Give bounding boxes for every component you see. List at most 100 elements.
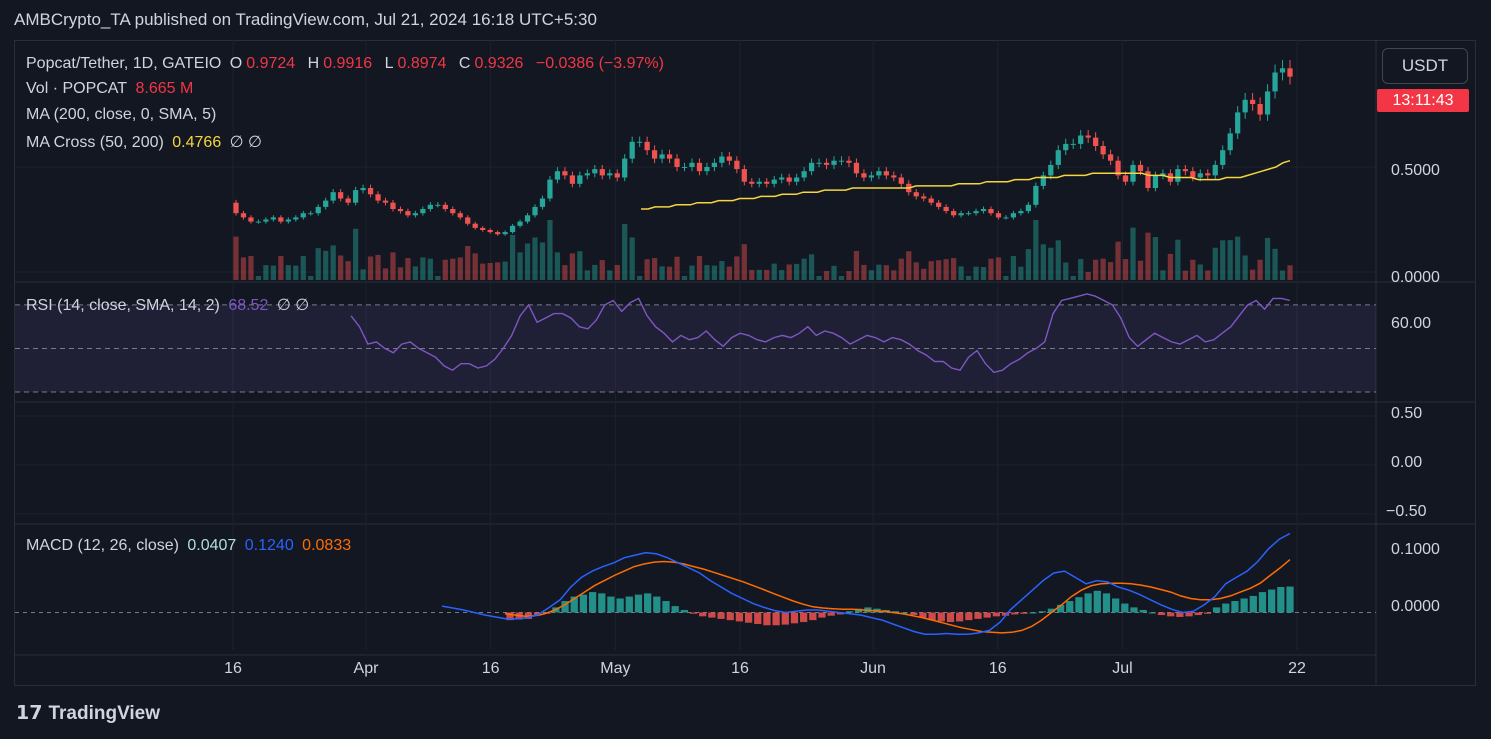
candle-body (696, 162, 703, 172)
volume-bar (390, 252, 396, 280)
candle-body (577, 175, 583, 184)
candle-body (278, 217, 284, 222)
candle-body (427, 204, 433, 209)
volume-bar (951, 258, 957, 280)
volume-bar (726, 266, 732, 280)
candle-body (883, 171, 889, 176)
candle-body (293, 217, 299, 220)
volume-bar (607, 270, 613, 280)
symbol-name[interactable]: Popcat/Tether, 1D, GATEIO (26, 55, 221, 72)
macd-histogram-bar (800, 612, 808, 623)
macd-histogram-bar (1029, 612, 1037, 614)
macd-histogram-bar (946, 612, 955, 623)
rsi-legend[interactable]: RSI (14, close, SMA, 14, 2) 68.52 ∅ ∅ (26, 295, 313, 315)
macd-histogram-bar (809, 612, 817, 621)
candle-body (1145, 171, 1151, 188)
candle-body (323, 200, 329, 207)
macd-hist-value: 0.0407 (187, 537, 237, 554)
candle-body (1063, 143, 1069, 151)
candle-body (562, 171, 568, 176)
candle-body (569, 175, 575, 184)
volume-bar (808, 254, 815, 280)
macd-histogram-bar (790, 612, 799, 624)
macd-histogram-bar (1194, 612, 1202, 616)
candle-body (913, 192, 919, 197)
macd-histogram-bar (671, 606, 679, 613)
volume-bar (1025, 249, 1031, 280)
candle-body (412, 213, 419, 216)
rsi-axis-label: 60.00 (1391, 315, 1432, 332)
volume-bar (420, 257, 426, 280)
volume-bar (764, 269, 770, 280)
candle-body (405, 211, 411, 216)
candle-body (1279, 68, 1286, 73)
candle-body (1227, 133, 1233, 151)
volume-bar (1235, 236, 1241, 280)
x-tick-label: Jul (1112, 660, 1132, 677)
macd-histogram-bar (1167, 612, 1175, 617)
volume-bar (1250, 269, 1256, 280)
candle-body (397, 209, 404, 212)
volume-bar (1010, 256, 1017, 280)
volume-bar (622, 224, 628, 280)
macd-histogram-bar (1130, 607, 1138, 613)
candle-body (1242, 99, 1248, 113)
volume-bar (487, 263, 493, 280)
macd-histogram-bar (1240, 598, 1248, 613)
volume-bar (442, 259, 448, 280)
low-label: L (384, 55, 394, 72)
bar-countdown-badge: 13:11:43 (1377, 89, 1469, 112)
candle-body (838, 160, 845, 162)
macd-legend[interactable]: MACD (12, 26, close) 0.0407 0.1240 0.083… (26, 537, 355, 555)
candle-body (1010, 213, 1017, 218)
volume-bar (562, 265, 568, 280)
rsi-label: RSI (14, close, SMA, 14, 2) (26, 297, 220, 314)
volume-label[interactable]: Vol · POPCAT (26, 80, 127, 97)
ma-legend[interactable]: MA (200, close, 0, SMA, 5) (26, 106, 220, 124)
volume-bar (906, 251, 912, 280)
ma-cross-legend[interactable]: MA Cross (50, 200) 0.4766 ∅ ∅ (26, 132, 266, 152)
candle-body (382, 200, 389, 203)
candle-body (943, 206, 949, 212)
candle-body (1048, 164, 1054, 176)
tradingview-footer[interactable]: 𝟭𝟳 TradingView (16, 702, 160, 725)
candle-body (495, 232, 501, 235)
chart-canvas[interactable]: 16 Apr 16 May 16 Jun 16 Jul 22 (0, 0, 1491, 739)
symbol-legend: Popcat/Tether, 1D, GATEIO O 0.9724 H 0.991… (26, 55, 668, 73)
macd-histogram-bar (1139, 609, 1147, 613)
macd-histogram-bar (726, 612, 734, 621)
candle-body (263, 219, 269, 222)
candle-body (1272, 72, 1278, 92)
candle-body (988, 209, 994, 214)
volume-bar (592, 264, 598, 280)
volume-bar (502, 261, 508, 280)
candle-body (831, 160, 837, 165)
ma-cross-extra: ∅ ∅ (229, 134, 262, 151)
volume-bar (1182, 270, 1188, 280)
volume-bar (397, 267, 404, 280)
candle-body (248, 217, 254, 222)
volume-bar (338, 255, 344, 280)
candle-body (674, 158, 680, 167)
candle-body (1220, 150, 1226, 165)
volume-bar (823, 271, 830, 280)
macd-histogram-bar (781, 612, 789, 625)
volume-bar (928, 261, 934, 280)
volume-bar (980, 267, 987, 280)
macd-histogram-bar (1038, 611, 1046, 613)
currency-button[interactable]: USDT (1382, 48, 1468, 84)
volume-bar (412, 266, 419, 280)
candle-body (509, 225, 516, 233)
candle-body (764, 181, 770, 184)
macd-line (441, 532, 1291, 635)
volume-bar (711, 265, 718, 280)
volume-bar (315, 248, 321, 280)
candle-body (255, 221, 262, 223)
candle-body (345, 198, 351, 203)
mid-axis-label: 0.50 (1391, 405, 1423, 422)
volume-bar (637, 276, 643, 280)
candle-body (734, 160, 740, 170)
volume-bar (883, 265, 889, 280)
volume-bar (831, 265, 837, 280)
macd-histogram-bar (1157, 612, 1166, 616)
